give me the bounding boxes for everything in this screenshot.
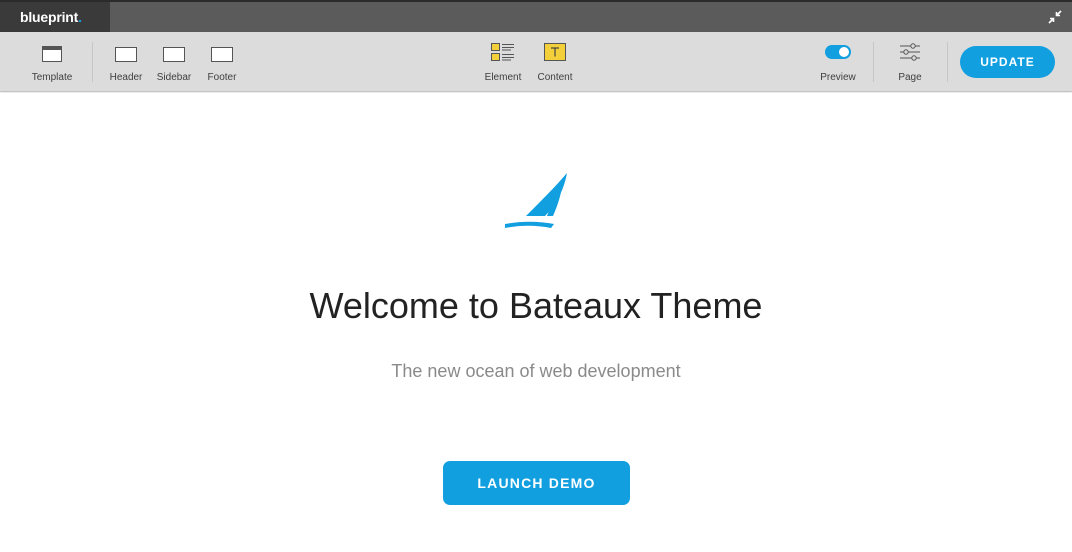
logo-text: blueprint (20, 9, 79, 25)
collapse-icon[interactable] (1048, 10, 1062, 24)
content-button[interactable]: Content (532, 32, 578, 92)
sidebar-button[interactable]: Sidebar (152, 32, 196, 92)
header-button[interactable]: Header (104, 32, 148, 92)
sailboat-icon (504, 172, 568, 230)
preview-canvas: Welcome to Bateaux Theme The new ocean o… (0, 93, 1072, 552)
footer-icon (211, 46, 233, 62)
header-label: Header (109, 72, 143, 83)
content-icon (544, 42, 566, 66)
toolbar: Template Header Sidebar Footer Element C… (0, 32, 1072, 92)
element-button[interactable]: Element (480, 32, 526, 92)
page-title: Welcome to Bateaux Theme (309, 285, 763, 326)
update-button[interactable]: UPDATE (960, 46, 1055, 78)
page-settings-button[interactable]: Page (888, 32, 932, 92)
sidebar-label: Sidebar (156, 72, 192, 83)
toolbar-divider (947, 42, 948, 82)
preview-toggle[interactable]: Preview (814, 32, 862, 92)
sliders-icon (899, 42, 921, 66)
launch-demo-button[interactable]: LAUNCH DEMO (443, 461, 630, 505)
page-subtitle: The new ocean of web development (391, 361, 681, 381)
template-label: Template (31, 72, 73, 83)
toolbar-divider (92, 42, 93, 82)
page-label: Page (898, 72, 922, 83)
element-icon (491, 42, 515, 66)
toolbar-divider (873, 42, 874, 82)
logo-dot: . (78, 9, 82, 25)
app-logo[interactable]: blueprint. (0, 2, 110, 32)
content-label: Content (537, 72, 573, 83)
footer-button[interactable]: Footer (200, 32, 244, 92)
element-label: Element (484, 72, 522, 83)
template-button[interactable]: Template (28, 32, 76, 92)
toggle-icon (825, 44, 851, 64)
template-icon (42, 46, 62, 62)
preview-label: Preview (820, 72, 856, 83)
sidebar-icon (163, 46, 185, 62)
top-bar: blueprint. (0, 0, 1072, 32)
footer-label: Footer (207, 72, 237, 83)
header-icon (115, 46, 137, 62)
